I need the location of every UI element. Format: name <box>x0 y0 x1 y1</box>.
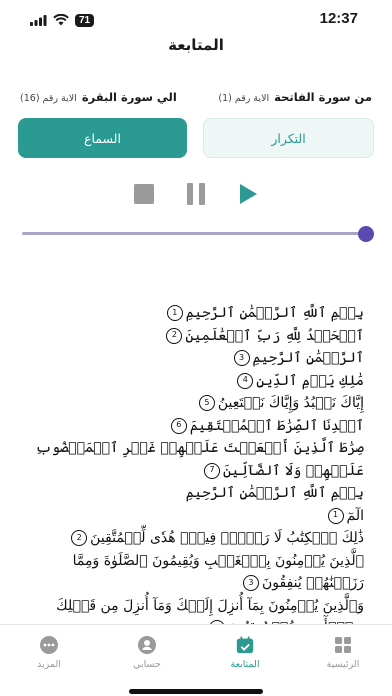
ayah-number-badge: 3 <box>242 575 259 591</box>
verse-text: مَٰلِكِ يَوۡمِ ٱلدِّينِ <box>256 372 364 389</box>
calendar-check-icon <box>235 635 255 655</box>
verse-text: إِيَّاكَ نَعۡبُدُ وَإِيَّاكَ نَسۡتَعِينُ <box>217 395 364 411</box>
battery-icon: 71 <box>75 14 95 27</box>
verse-text: بِسۡمِ ٱللَّهِ ٱلرَّحۡمَٰنِ ٱلرَّحِيمِ <box>185 485 364 501</box>
pause-icon[interactable] <box>184 182 208 206</box>
tab-label: الرئيسية <box>326 659 360 670</box>
verse-line[interactable]: الٓمٓ1 <box>22 505 364 528</box>
verse-text: ذَٰلِكَ ٱلۡكِتَٰبُ لَا رَيۡبَۛ فِيهِۛ هُ… <box>90 530 364 546</box>
verse-text: الٓمٓ <box>346 507 364 524</box>
range-from[interactable]: من سورة الفاتحة الاية رقم (1) <box>218 90 372 106</box>
status-bar: 12:37 71 <box>0 0 392 36</box>
tab-item[interactable]: المزيد <box>9 635 89 696</box>
ayah-number-badge: 6 <box>170 417 187 434</box>
verses-list: بِسۡمِ ٱللَّهِ ٱلرَّحۡمَٰنِ ٱلرَّحِيمِ1 ٱ… <box>22 302 364 626</box>
verse-line[interactable]: ٱلَّذِينَ يُؤۡمِنُونَ بِٱلۡغَيۡبِ وَيُقِ… <box>22 550 364 595</box>
tab-bar: الرئيسية المتابعة حسابي المزيد <box>0 624 392 696</box>
more-icon <box>39 635 59 655</box>
tab-label: المتابعة <box>230 659 260 670</box>
range-row: من سورة الفاتحة الاية رقم (1) الي سورة ا… <box>20 90 372 106</box>
repeat-button[interactable]: التكرار <box>203 118 374 158</box>
status-time: 12:37 <box>319 10 358 27</box>
playback-controls <box>0 180 392 208</box>
verse-line[interactable]: ٱلرَّحۡمَٰنِ ٱلرَّحِيمِ3 <box>22 347 364 370</box>
play-icon[interactable] <box>236 182 260 206</box>
ayah-number-badge: 2 <box>71 530 88 546</box>
verse-text: ٱهۡدِنَا ٱلصِّرَٰطَ ٱلۡمُسۡتَقِيمَ <box>189 417 364 434</box>
range-to-ayah: الاية رقم (16) <box>20 93 77 104</box>
verse-line[interactable]: وَٱلَّذِينَ يُؤۡمِنُونَ بِمَآ أُنزِلَ إِ… <box>22 595 364 626</box>
verse-line[interactable]: ٱهۡدِنَا ٱلصِّرَٰطَ ٱلۡمُسۡتَقِيمَ6 <box>22 415 364 438</box>
ayah-number-badge: 3 <box>233 350 250 366</box>
tab-label: حسابي <box>133 659 161 670</box>
progress-fill <box>22 232 366 235</box>
ayah-number-badge: 1 <box>166 305 183 321</box>
tab-label: المزيد <box>37 659 61 670</box>
ayah-number-badge: 4 <box>237 372 254 389</box>
grid-icon <box>333 635 353 655</box>
range-from-ayah: الاية رقم (1) <box>218 93 270 104</box>
range-to[interactable]: الي سورة البقرة الاية رقم (16) <box>20 90 177 106</box>
verse-line[interactable]: صِرَٰطَ ٱلَّذِينَ أَنۡعَمۡتَ عَلَيۡهِمۡ … <box>22 437 364 482</box>
home-indicator <box>129 689 263 694</box>
verse-line[interactable]: بِسۡمِ ٱللَّهِ ٱلرَّحۡمَٰنِ ٱلرَّحِيمِ1 <box>22 302 364 325</box>
listen-button[interactable]: السماع <box>18 118 187 158</box>
tab-item[interactable]: المتابعة <box>205 635 285 696</box>
verse-line[interactable]: مَٰلِكِ يَوۡمِ ٱلدِّينِ4 <box>22 370 364 393</box>
verse-line[interactable]: ٱلۡحَمۡدُ لِلَّهِ رَبِّ ٱلۡعَٰلَمِينَ2 <box>22 325 364 348</box>
ayah-number-badge: 7 <box>204 462 221 479</box>
stop-icon[interactable] <box>132 182 156 206</box>
range-to-surah: الي سورة البقرة <box>81 90 177 104</box>
ayah-number-badge: 5 <box>198 395 215 411</box>
verse-text: صِرَٰطَ ٱلَّذِينَ أَنۡعَمۡتَ عَلَيۡهِمۡ … <box>35 440 364 479</box>
page-title: المتابعة <box>168 36 224 54</box>
verse-text: ٱلرَّحۡمَٰنِ ٱلرَّحِيمِ <box>252 350 365 366</box>
verse-text: ٱلَّذِينَ يُؤۡمِنُونَ بِٱلۡغَيۡبِ وَيُقِ… <box>72 552 364 592</box>
tab-item[interactable]: حسابي <box>107 635 187 696</box>
wifi-icon <box>53 11 69 30</box>
progress-slider[interactable] <box>22 226 374 242</box>
verse-line[interactable]: إِيَّاكَ نَعۡبُدُ وَإِيَّاكَ نَسۡتَعِينُ… <box>22 392 364 415</box>
verse-text: ٱلۡحَمۡدُ لِلَّهِ رَبِّ ٱلۡعَٰلَمِينَ <box>185 327 364 344</box>
user-icon <box>137 635 157 655</box>
mode-tabs: السماع التكرار <box>18 118 374 158</box>
range-from-surah: من سورة الفاتحة <box>274 90 372 104</box>
ayah-number-badge: 2 <box>166 327 183 344</box>
verse-text: بِسۡمِ ٱللَّهِ ٱلرَّحۡمَٰنِ ٱلرَّحِيمِ <box>185 305 364 321</box>
ayah-number-badge: 1 <box>327 507 344 524</box>
verse-line[interactable]: ذَٰلِكَ ٱلۡكِتَٰبُ لَا رَيۡبَۛ فِيهِۛ هُ… <box>22 527 364 550</box>
progress-thumb[interactable] <box>358 226 374 242</box>
signal-icon <box>30 11 47 30</box>
tab-item[interactable]: الرئيسية <box>303 635 383 696</box>
verse-line[interactable]: بِسۡمِ ٱللَّهِ ٱلرَّحۡمَٰنِ ٱلرَّحِيمِ <box>22 482 364 505</box>
status-icons: 71 <box>30 11 95 30</box>
